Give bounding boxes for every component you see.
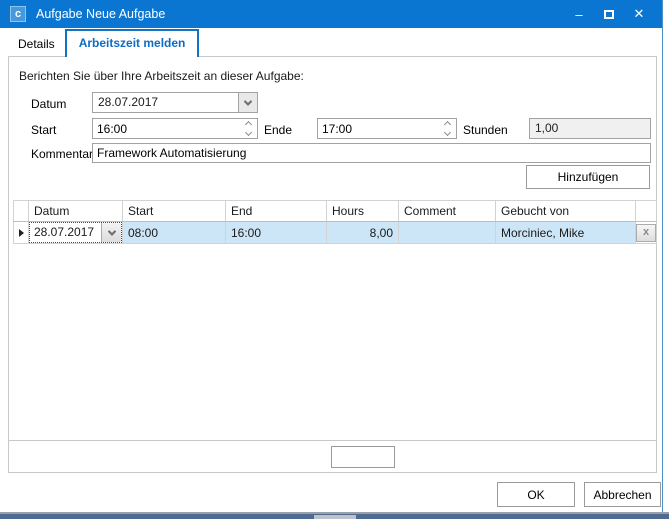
ende-input[interactable] (317, 118, 457, 139)
ende-label: Ende (264, 123, 292, 137)
column-header-start[interactable]: Start (123, 201, 226, 222)
app-icon: c (10, 6, 26, 22)
kommentar-input-field[interactable] (93, 144, 650, 162)
cell-hours[interactable]: 8,00 (327, 222, 399, 244)
window-title: Aufgabe Neue Aufgabe (36, 0, 165, 28)
column-header-end[interactable]: End (226, 201, 327, 222)
screen: c Aufgabe Neue Aufgabe – ✕ Details Arbei… (0, 0, 669, 522)
row-datum-dropdown-button[interactable] (101, 223, 121, 242)
start-input-field[interactable] (93, 119, 257, 138)
start-label: Start (31, 123, 56, 137)
datum-dropdown-button[interactable] (238, 93, 257, 112)
table-row[interactable]: 28.07.2017 08:00 16:00 8,00 Morciniec, M… (14, 222, 657, 244)
splitter-handle-button[interactable] (331, 446, 395, 468)
splitter-grip-icon (314, 515, 356, 519)
kommentar-label: Kommentar (31, 147, 93, 161)
window-controls: – ✕ (564, 0, 654, 28)
maximize-button[interactable] (594, 0, 624, 28)
ok-button[interactable]: OK (497, 482, 575, 507)
datum-value: 28.07.2017 (93, 93, 257, 112)
row-datum-combobox[interactable]: 28.07.2017 (29, 222, 122, 243)
delete-row-button[interactable]: x (636, 224, 656, 242)
window-titlebar: c Aufgabe Neue Aufgabe – ✕ (0, 0, 662, 28)
minimize-button[interactable]: – (564, 0, 594, 28)
column-header-hours[interactable]: Hours (327, 201, 399, 222)
task-dialog: c Aufgabe Neue Aufgabe – ✕ Details Arbei… (0, 0, 663, 513)
chevron-down-icon (244, 97, 252, 105)
cell-action: x (636, 222, 657, 244)
row-selector-cell (14, 222, 29, 244)
hinzufuegen-button[interactable]: Hinzufügen (526, 165, 650, 189)
table-header-row: Datum Start End Hours Comment Gebucht vo… (14, 201, 657, 222)
tab-arbeitszeit-melden[interactable]: Arbeitszeit melden (65, 29, 200, 57)
datum-label: Datum (31, 97, 66, 111)
stunden-label: Stunden (463, 123, 508, 137)
cell-start[interactable]: 08:00 (123, 222, 226, 244)
cell-datum[interactable]: 28.07.2017 (29, 222, 123, 244)
header-action (636, 201, 657, 222)
worklog-table: Datum Start End Hours Comment Gebucht vo… (13, 200, 657, 244)
ende-spinner[interactable] (440, 119, 454, 138)
row-selector-icon (19, 229, 24, 237)
start-spinner[interactable] (241, 119, 255, 138)
cell-comment[interactable] (399, 222, 496, 244)
cell-gebucht-von[interactable]: Morciniec, Mike (496, 222, 636, 244)
close-button[interactable]: ✕ (624, 0, 654, 28)
column-header-gebucht-von[interactable]: Gebucht von (496, 201, 636, 222)
cell-end[interactable]: 16:00 (226, 222, 327, 244)
tab-strip: Details Arbeitszeit melden (8, 30, 199, 56)
spinner-up-icon (244, 121, 251, 128)
start-input[interactable] (92, 118, 258, 139)
tab-details[interactable]: Details (8, 33, 65, 56)
header-gutter (14, 201, 29, 222)
spinner-up-icon (443, 121, 450, 128)
stunden-value: 1,00 (530, 119, 650, 138)
kommentar-input[interactable] (92, 143, 651, 163)
column-header-datum[interactable]: Datum (29, 201, 123, 222)
spinner-down-icon (443, 129, 450, 136)
bottom-splitter-bar[interactable] (0, 512, 669, 519)
chevron-down-icon (107, 227, 115, 235)
abbrechen-button[interactable]: Abbrechen (584, 482, 661, 507)
intro-label: Berichten Sie über Ihre Arbeitszeit an d… (19, 69, 304, 83)
column-header-comment[interactable]: Comment (399, 201, 496, 222)
spinner-down-icon (244, 129, 251, 136)
stunden-field: 1,00 (529, 118, 651, 139)
datum-combobox[interactable]: 28.07.2017 (92, 92, 258, 113)
ende-input-field[interactable] (318, 119, 456, 138)
panel-divider (9, 440, 656, 441)
content-panel: Berichten Sie über Ihre Arbeitszeit an d… (8, 56, 657, 473)
maximize-icon (604, 10, 614, 19)
